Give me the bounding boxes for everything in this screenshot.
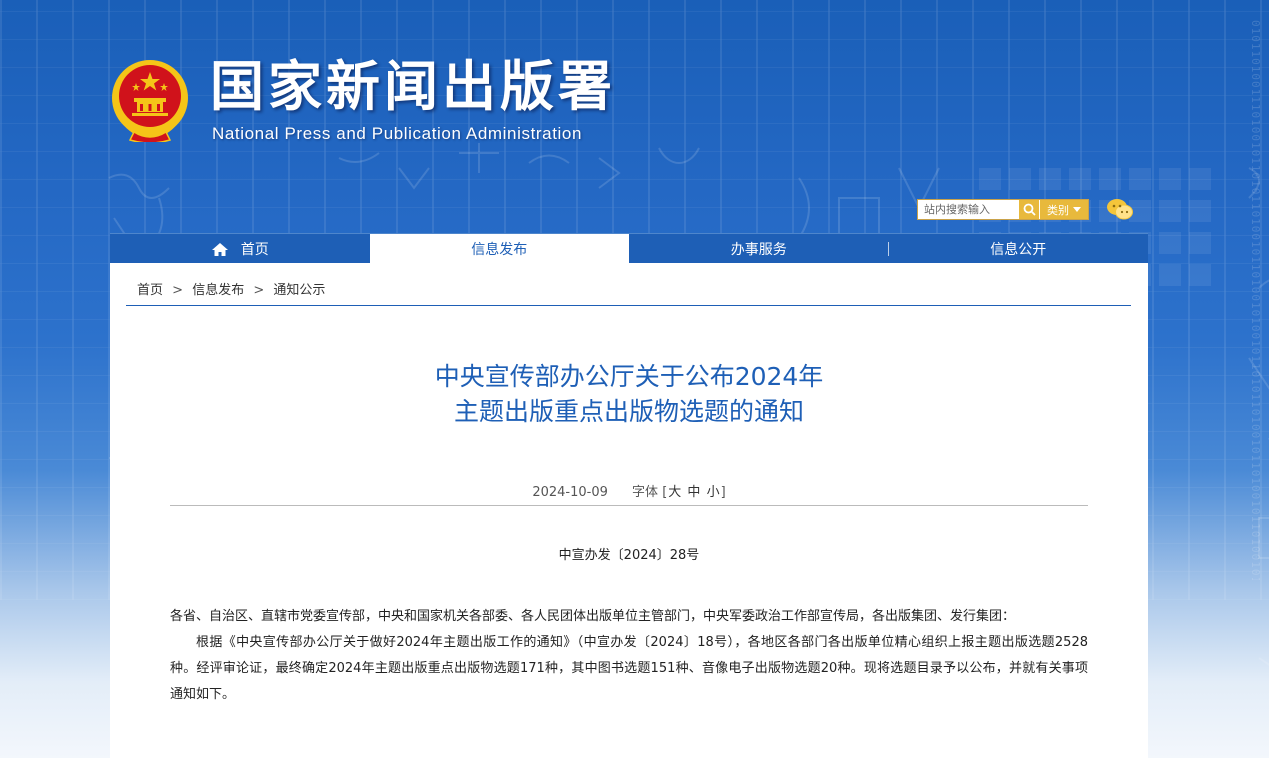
wechat-icon[interactable]	[1106, 197, 1134, 221]
article-paragraph-1: 各省、自治区、直辖市党委宣传部，中央和国家机关各部委、各人民团体出版单位主管部门…	[170, 609, 1016, 624]
document-number: 中宣办发〔2024〕28号	[558, 548, 700, 563]
breadcrumb-divider	[126, 305, 1131, 306]
site-search: 类别	[917, 199, 1089, 220]
category-label: 类别	[1047, 203, 1069, 217]
publish-date: 2024-10-09	[532, 485, 608, 500]
font-size-bracket-close: ]	[720, 485, 726, 500]
nav-item-disclosure[interactable]: 信息公开	[889, 234, 1149, 264]
nav-item-news[interactable]: 信息发布	[369, 234, 629, 264]
chevron-down-icon	[1073, 207, 1081, 212]
search-button[interactable]	[1019, 200, 1039, 219]
search-input[interactable]	[918, 200, 1019, 219]
nav-label-news: 信息发布	[471, 242, 528, 258]
font-size-medium-button[interactable]: 中	[687, 485, 700, 500]
article-meta: 2024-10-09 字体 [大 中 小]	[110, 481, 1148, 500]
nav-label-home: 首页	[240, 242, 269, 258]
nav-label-services: 办事服务	[730, 242, 787, 258]
article-title-line-1: 中央宣传部办公厅关于公布2024年	[434, 362, 824, 391]
nav-item-home[interactable]: 首页	[110, 234, 370, 264]
article-paragraph-2: 根据《中央宣传部办公厅关于做好2024年主题出版工作的通知》（中宣办发〔2024…	[170, 635, 1088, 702]
category-dropdown[interactable]: 类别	[1039, 200, 1088, 219]
article-title: 中央宣传部办公厅关于公布2024年 主题出版重点出版物选题的通知	[110, 359, 1148, 429]
nav-item-services[interactable]: 办事服务	[629, 234, 889, 264]
breadcrumb-home[interactable]: 首页	[137, 283, 163, 298]
font-size-bracket-open: [	[662, 485, 668, 500]
site-subtitle: National Press and Publication Administr…	[212, 124, 583, 143]
font-size-large-button[interactable]: 大	[668, 485, 681, 500]
background-binary: 0101101001110100101101011010010110100101…	[1249, 20, 1261, 580]
breadcrumb: 首页 > 信息发布 > 通知公示	[137, 279, 325, 298]
font-size-small-button[interactable]: 小	[707, 485, 720, 500]
article-title-line-2: 主题出版重点出版物选题的通知	[453, 397, 804, 426]
site-title: 国家新闻出版署	[210, 55, 616, 118]
home-icon	[211, 242, 229, 257]
main-navigation: 首页 信息发布 办事服务 信息公开	[110, 233, 1148, 264]
breadcrumb-separator: >	[253, 283, 265, 298]
font-size-label: 字体	[632, 485, 659, 500]
meta-divider	[170, 505, 1088, 506]
breadcrumb-notices[interactable]: 通知公示	[273, 283, 325, 298]
breadcrumb-news[interactable]: 信息发布	[192, 283, 244, 298]
breadcrumb-separator: >	[172, 283, 184, 298]
nav-label-disclosure: 信息公开	[990, 242, 1047, 258]
national-emblem-icon	[110, 58, 190, 144]
content-panel: 首页 > 信息发布 > 通知公示 中央宣传部办公厅关于公布2024年 主题出版重…	[110, 263, 1148, 758]
search-icon	[1023, 203, 1036, 216]
article-body: 各省、自治区、直辖市党委宣传部，中央和国家机关各部委、各人民团体出版单位主管部门…	[170, 604, 1088, 708]
